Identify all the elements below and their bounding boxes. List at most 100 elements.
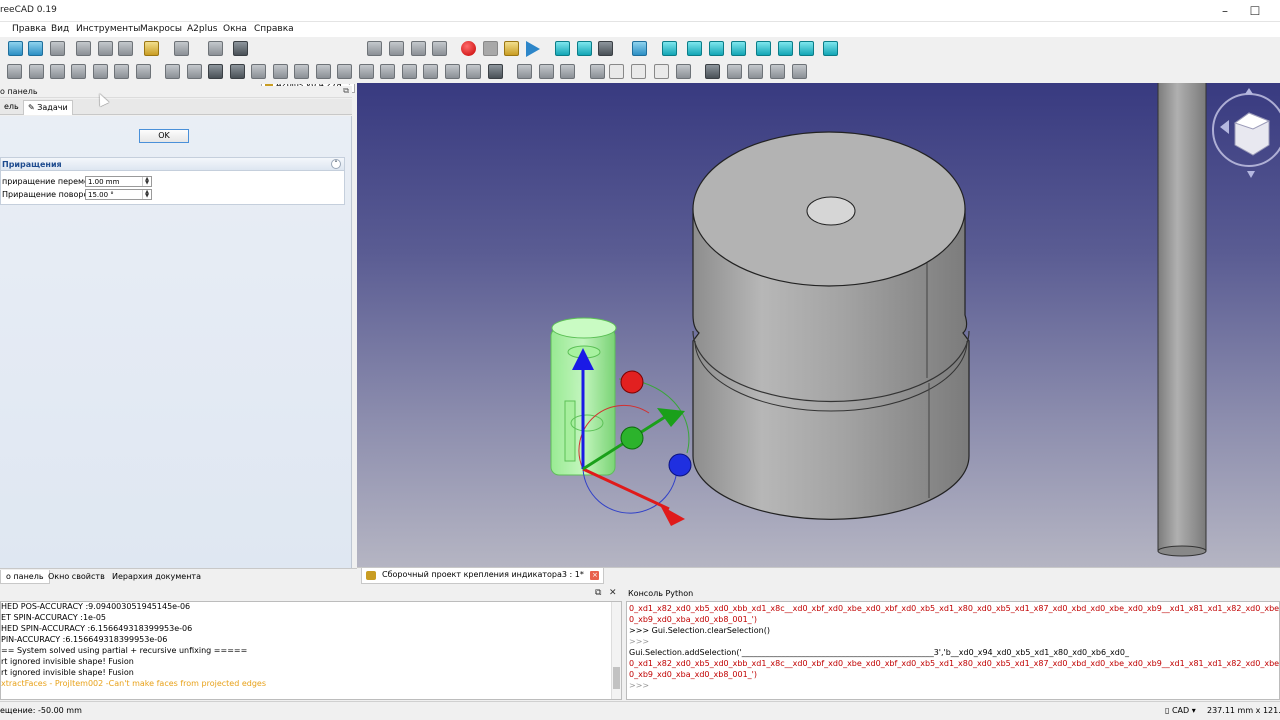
whats-this-icon[interactable] bbox=[233, 41, 248, 56]
a2p-constraint-axial-icon[interactable] bbox=[337, 64, 352, 79]
a2p-constraint-face-icon[interactable] bbox=[402, 64, 417, 79]
menu-windows[interactable]: Окна bbox=[223, 24, 247, 34]
a2p-convert-icon[interactable] bbox=[93, 64, 108, 79]
tab-tasks[interactable]: ✎ Задачи bbox=[23, 100, 73, 115]
a2p-triangle-icon[interactable] bbox=[748, 64, 763, 79]
document-tab[interactable]: Сборочный проект крепления индикатора3 :… bbox=[361, 568, 605, 584]
a2p-constraint-cube-icon[interactable] bbox=[445, 64, 460, 79]
a2p-delete-constraints-icon[interactable] bbox=[488, 64, 503, 79]
paste-icon[interactable] bbox=[118, 41, 133, 56]
float-panel-icon[interactable]: ⧉ bbox=[343, 86, 349, 96]
minimize-button[interactable]: – bbox=[1208, 0, 1242, 22]
vertical-rod[interactable] bbox=[1157, 83, 1207, 557]
tab-tree-view[interactable]: Иерархия документа bbox=[107, 570, 206, 584]
tab-model[interactable]: ель bbox=[0, 100, 23, 115]
y-rotate-handle-icon[interactable] bbox=[620, 426, 644, 450]
a2p-settings-icon[interactable] bbox=[770, 64, 785, 79]
x-rotate-handle-icon[interactable] bbox=[620, 370, 644, 394]
spin-arrows-icon[interactable]: ▲ ▼ bbox=[142, 177, 151, 186]
bottom-view-icon[interactable] bbox=[778, 41, 793, 56]
a2p-edit-icon[interactable] bbox=[114, 64, 129, 79]
a2p-constraint-edge-icon[interactable] bbox=[208, 64, 223, 79]
edit-macro-icon[interactable] bbox=[504, 41, 519, 56]
x-axis-arrow-icon[interactable] bbox=[660, 505, 685, 526]
a2p-constraint-plane-icon[interactable] bbox=[230, 64, 245, 79]
large-cylinder-part[interactable] bbox=[692, 131, 970, 520]
y-axis-arrow-icon[interactable] bbox=[657, 408, 685, 427]
collapse-icon[interactable]: ˄ bbox=[331, 159, 341, 169]
a2p-check-icon[interactable] bbox=[539, 64, 554, 79]
close-icon[interactable]: × bbox=[590, 571, 600, 580]
menu-help[interactable]: Справка bbox=[254, 24, 294, 34]
menu-edit[interactable]: Правка bbox=[12, 24, 46, 34]
a2p-solver-icon[interactable] bbox=[676, 64, 691, 79]
left-view-icon[interactable] bbox=[799, 41, 814, 56]
a2p-constraint-flush-icon[interactable] bbox=[316, 64, 331, 79]
redo-icon[interactable] bbox=[174, 41, 189, 56]
z-rotate-handle-icon[interactable] bbox=[668, 453, 692, 477]
top-view-icon[interactable] bbox=[709, 41, 724, 56]
a2p-import-icon[interactable] bbox=[7, 64, 22, 79]
a2p-tree-icon[interactable] bbox=[590, 64, 605, 79]
record-macro-icon[interactable] bbox=[461, 41, 476, 56]
folder-icon[interactable] bbox=[389, 41, 404, 56]
a2p-auto-icon[interactable] bbox=[705, 64, 720, 79]
a2p-constraint-box-icon[interactable] bbox=[423, 64, 438, 79]
a2p-constraint-sphere-icon[interactable] bbox=[187, 64, 202, 79]
run-macro-icon[interactable] bbox=[526, 41, 540, 57]
draw-style-icon[interactable] bbox=[598, 41, 613, 56]
fit-all-icon[interactable] bbox=[555, 41, 570, 56]
rotate-increment-field[interactable]: 15.00 ° ▲ ▼ bbox=[85, 189, 152, 200]
a2p-constraint-angle-icon[interactable] bbox=[294, 64, 309, 79]
ok-button[interactable]: OK bbox=[139, 129, 189, 143]
nav-left-arrow-icon[interactable] bbox=[1220, 120, 1229, 134]
isometric-icon[interactable] bbox=[662, 41, 677, 56]
rear-view-icon[interactable] bbox=[756, 41, 771, 56]
a2p-update-icon[interactable] bbox=[29, 64, 44, 79]
float-panel-icon[interactable]: ⧉ bbox=[595, 588, 601, 598]
open-file-icon[interactable] bbox=[28, 41, 43, 56]
python-console[interactable]: 0_xd1_x82_xd0_xb5_xd0_xbb_xd1_x8c__xd0_x… bbox=[626, 601, 1280, 700]
a2p-constraint-axis-icon[interactable] bbox=[251, 64, 266, 79]
a2p-parts-list-icon[interactable] bbox=[631, 64, 646, 79]
nav-down-arrow-icon[interactable] bbox=[1247, 171, 1255, 178]
front-view-icon[interactable] bbox=[687, 41, 702, 56]
tab-property-view[interactable]: Окно свойств bbox=[43, 570, 110, 584]
right-view-icon[interactable] bbox=[731, 41, 746, 56]
navigation-cube[interactable] bbox=[1212, 88, 1280, 178]
a2p-table-icon[interactable] bbox=[792, 64, 807, 79]
report-scrollbar[interactable] bbox=[611, 602, 621, 699]
a2p-move-icon[interactable] bbox=[50, 64, 65, 79]
measure-icon[interactable] bbox=[823, 41, 838, 56]
a2p-auto-solve-icon[interactable] bbox=[727, 64, 742, 79]
maximize-button[interactable]: ☐ bbox=[1238, 0, 1272, 22]
move-increment-field[interactable]: 1.00 mm ▲ ▼ bbox=[85, 176, 152, 187]
refresh-icon[interactable] bbox=[208, 41, 223, 56]
navigation-style-selector[interactable]: ▯ CAD ▾ bbox=[1165, 706, 1196, 715]
link-sub-icon[interactable] bbox=[432, 41, 447, 56]
scrollbar-thumb[interactable] bbox=[613, 667, 620, 689]
new-file-icon[interactable] bbox=[8, 41, 23, 56]
spin-arrows-icon[interactable]: ▲ ▼ bbox=[142, 190, 151, 199]
a2p-constraint-parallel-icon[interactable] bbox=[273, 64, 288, 79]
menu-view[interactable]: Вид bbox=[51, 24, 69, 34]
a2p-partlist-icon[interactable] bbox=[560, 64, 575, 79]
a2p-constraint-circle-icon[interactable] bbox=[165, 64, 180, 79]
close-icon[interactable]: ✕ bbox=[609, 588, 617, 598]
part-icon[interactable] bbox=[367, 41, 382, 56]
report-view[interactable]: HED POS-ACCURACY :9.094003051945145e-06 … bbox=[0, 601, 622, 700]
increments-section-header[interactable]: Приращения ˄ bbox=[0, 157, 345, 171]
fit-selection-icon[interactable] bbox=[577, 41, 592, 56]
menu-macros[interactable]: Макросы bbox=[140, 24, 182, 34]
menu-tools[interactable]: Инструменты bbox=[76, 24, 140, 34]
a2p-constraint-square-icon[interactable] bbox=[466, 64, 481, 79]
a2p-duplicate-icon[interactable] bbox=[71, 64, 86, 79]
stop-macro-icon[interactable] bbox=[483, 41, 498, 56]
3d-viewport[interactable] bbox=[357, 83, 1280, 567]
undo-icon[interactable] bbox=[144, 41, 159, 56]
copy-icon[interactable] bbox=[98, 41, 113, 56]
a2p-label-icon[interactable] bbox=[654, 64, 669, 79]
menu-a2plus[interactable]: A2plus bbox=[187, 24, 218, 34]
save-icon[interactable] bbox=[50, 41, 65, 56]
a2p-constraint-center-icon[interactable] bbox=[380, 64, 395, 79]
